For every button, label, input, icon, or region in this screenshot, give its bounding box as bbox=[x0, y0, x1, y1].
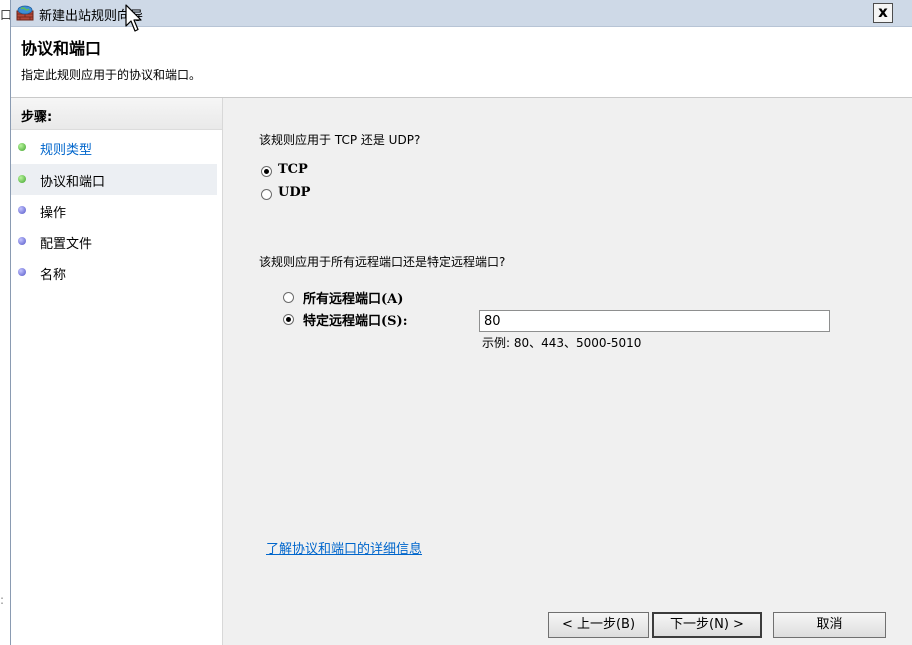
cancel-button[interactable]: 取消 bbox=[773, 612, 886, 638]
page-title: 协议和端口 bbox=[21, 39, 102, 58]
close-button[interactable]: x bbox=[873, 3, 893, 23]
wizard-window: 新建出站规则向导 x 协议和端口 指定此规则应用于的协议和端口。 步骤: 规则类… bbox=[10, 0, 912, 645]
tcp-radio[interactable] bbox=[261, 166, 272, 177]
step-action: 操作 bbox=[11, 195, 217, 226]
step-pending-icon bbox=[18, 268, 26, 276]
all-ports-radio[interactable] bbox=[283, 292, 294, 303]
step-label[interactable]: 规则类型 bbox=[40, 139, 92, 158]
close-icon: x bbox=[878, 3, 888, 21]
step-current-icon bbox=[18, 175, 26, 183]
wizard-header: 协议和端口 指定此规则应用于的协议和端口。 bbox=[11, 27, 912, 98]
step-label: 操作 bbox=[40, 206, 67, 221]
all-ports-radio-label[interactable]: 所有远程端口(A) bbox=[303, 288, 403, 307]
udp-radio-label[interactable]: UDP bbox=[278, 185, 310, 200]
title-bar[interactable]: 新建出站规则向导 x bbox=[11, 0, 912, 27]
wizard-content: 该规则应用于 TCP 还是 UDP? TCP UDP 该规则应用于所有远程端口还… bbox=[223, 98, 912, 645]
ports-question: 该规则应用于所有远程端口还是特定远程端口? bbox=[259, 255, 506, 269]
page-subtitle: 指定此规则应用于的协议和端口。 bbox=[21, 68, 202, 82]
mouse-cursor-icon bbox=[125, 4, 142, 32]
step-label: 名称 bbox=[40, 268, 67, 283]
step-pending-icon bbox=[18, 237, 26, 245]
step-profile: 配置文件 bbox=[11, 226, 217, 257]
back-button[interactable]: < 上一步(B) bbox=[548, 612, 649, 638]
udp-radio[interactable] bbox=[261, 189, 272, 200]
step-rule-type[interactable]: 规则类型 bbox=[11, 132, 217, 163]
port-input[interactable] bbox=[479, 310, 830, 332]
firewall-icon bbox=[16, 5, 34, 21]
step-label: 协议和端口 bbox=[40, 175, 106, 190]
protocol-ports-info-link[interactable]: 了解协议和端口的详细信息 bbox=[266, 538, 422, 557]
steps-header-label: 步骤: bbox=[21, 110, 53, 125]
background-window-strip: 口 : bbox=[0, 0, 12, 645]
background-text-fragment: : bbox=[0, 593, 5, 607]
step-pending-icon bbox=[18, 206, 26, 214]
specific-ports-radio[interactable] bbox=[283, 314, 294, 325]
specific-ports-radio-label[interactable]: 特定远程端口(S): bbox=[303, 310, 408, 329]
step-complete-icon bbox=[18, 143, 26, 151]
port-example: 示例: 80、443、5000-5010 bbox=[482, 336, 642, 350]
step-label: 配置文件 bbox=[40, 237, 93, 252]
step-protocol-ports[interactable]: 协议和端口 bbox=[11, 164, 217, 195]
protocol-question: 该规则应用于 TCP 还是 UDP? bbox=[259, 133, 421, 147]
step-name: 名称 bbox=[11, 257, 217, 288]
tcp-radio-label[interactable]: TCP bbox=[278, 162, 308, 177]
next-button[interactable]: 下一步(N) > bbox=[652, 612, 762, 638]
steps-header: 步骤: bbox=[11, 98, 222, 130]
steps-panel: 步骤: 规则类型 协议和端口 操作 配置文件 名称 bbox=[11, 98, 223, 645]
